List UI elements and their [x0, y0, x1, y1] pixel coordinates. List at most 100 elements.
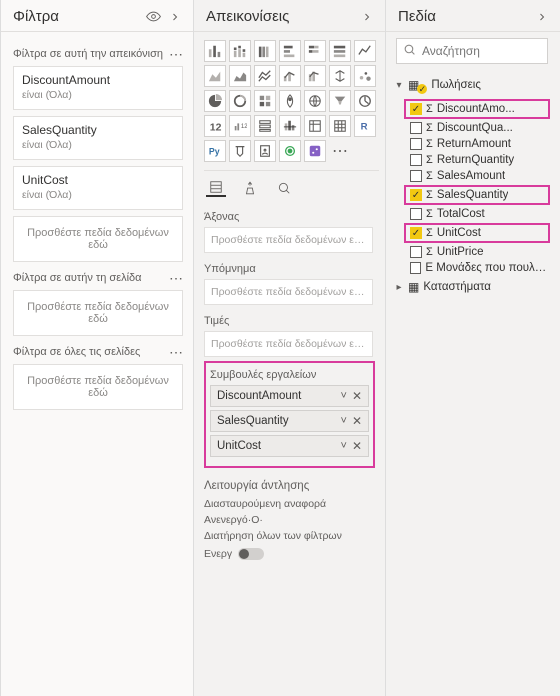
more-icon[interactable]: ⋯ [169, 348, 183, 356]
fields-search-input[interactable] [422, 44, 541, 58]
filter-card-value: είναι (Όλα) [22, 89, 174, 101]
chevron-right-icon[interactable] [359, 9, 375, 25]
field-checkbox[interactable] [410, 262, 421, 274]
well-values-drop[interactable]: Προσθέστε πεδία δεδομένων εδώ [204, 331, 373, 357]
viz-type-tile[interactable] [229, 90, 251, 112]
field-row[interactable]: Σ DiscountQua... [392, 120, 554, 136]
field-name: UnitPrice [437, 246, 484, 258]
field-checkbox[interactable]: ✓ [410, 189, 422, 201]
field-row[interactable]: ✓ Σ DiscountAmo... [404, 99, 550, 119]
viz-type-tile[interactable] [304, 40, 326, 62]
viz-type-tile[interactable] [279, 140, 301, 162]
viz-type-tile[interactable] [354, 40, 376, 62]
tooltip-chip[interactable]: SalesQuantity ˅ ✕ [210, 410, 369, 432]
filter-section-visual-label: Φίλτρα σε αυτή την απεικόνιση ⋯ [13, 48, 183, 60]
field-name: ReturnAmount [437, 138, 511, 150]
filter-page-dropzone[interactable]: Προσθέστε πεδία δεδομένων εδώ [13, 290, 183, 336]
table-header[interactable]: ▾ ▦ ✓ Πωλήσεις [392, 72, 554, 98]
chevron-down-icon[interactable]: ˅ [338, 440, 350, 452]
well-legend-drop[interactable]: Προσθέστε πεδία δεδομένων εδώ [204, 279, 373, 305]
drill-toggle[interactable] [238, 548, 264, 560]
field-checkbox[interactable] [410, 138, 422, 150]
well-values-label: Τιμές [204, 315, 379, 327]
viz-type-tile[interactable]: 12 [204, 115, 226, 137]
viz-type-tile[interactable]: 12 [229, 115, 251, 137]
viz-type-tile[interactable] [254, 40, 276, 62]
viz-type-tile[interactable] [254, 140, 276, 162]
viz-type-tile[interactable] [204, 65, 226, 87]
viz-type-tile[interactable] [204, 40, 226, 62]
chevron-right-icon[interactable] [534, 9, 550, 25]
field-row[interactable]: ✓ Σ SalesQuantity [404, 185, 550, 205]
viz-type-tile[interactable] [329, 40, 351, 62]
field-row[interactable]: ✓ Σ UnitCost [404, 223, 550, 243]
field-checkbox[interactable]: ✓ [410, 103, 422, 115]
sigma-icon: Σ [426, 103, 433, 115]
viz-gallery: 1212 R Py ⋯ [204, 38, 379, 170]
chevron-down-icon[interactable]: ˅ [338, 415, 350, 427]
filter-card-value: είναι (Όλα) [22, 189, 174, 201]
viz-type-tile[interactable] [304, 90, 326, 112]
field-checkbox[interactable]: ✓ [410, 227, 422, 239]
viz-type-tile[interactable] [304, 65, 326, 87]
tooltip-chip[interactable]: DiscountAmount ˅ ✕ [210, 385, 369, 407]
fields-search[interactable] [396, 38, 548, 64]
table-header[interactable]: ▸ ▦ Καταστήματα [392, 276, 554, 298]
viz-type-tile[interactable] [354, 65, 376, 87]
tooltip-well-highlight: Συμβουλές εργαλείων DiscountAmount ˅ ✕ Sa… [204, 361, 375, 468]
viz-type-tile[interactable] [329, 65, 351, 87]
chevron-right-icon[interactable] [167, 9, 183, 25]
field-checkbox[interactable] [410, 122, 422, 134]
field-row[interactable]: Σ SalesAmount [392, 168, 554, 184]
filter-card[interactable]: SalesQuantity είναι (Όλα) [13, 116, 183, 160]
filters-header: Φίλτρα [1, 0, 193, 32]
field-checkbox[interactable] [410, 154, 422, 166]
field-row[interactable]: Σ TotalCost [392, 206, 554, 222]
field-row[interactable]: Σ ReturnAmount [392, 136, 554, 152]
viz-type-tile[interactable] [279, 65, 301, 87]
fields-tab-icon[interactable] [206, 179, 226, 197]
viz-type-tile[interactable] [254, 65, 276, 87]
more-icon[interactable]: ⋯ [169, 274, 183, 282]
viz-type-tile[interactable] [229, 65, 251, 87]
format-tab-icon[interactable] [240, 179, 260, 197]
eye-icon[interactable] [145, 9, 161, 25]
viz-type-tile[interactable] [279, 90, 301, 112]
tooltip-chip[interactable]: UnitCost ˅ ✕ [210, 435, 369, 457]
viz-type-tile[interactable] [279, 40, 301, 62]
viz-type-tile[interactable] [279, 115, 301, 137]
field-row[interactable]: Σ ReturnQuantity [392, 152, 554, 168]
well-axis-drop[interactable]: Προσθέστε πεδία δεδομένων εδώ [204, 227, 373, 253]
well-tooltip-label: Συμβουλές εργαλείων [210, 369, 369, 381]
viz-type-tile[interactable]: Py [204, 140, 226, 162]
viz-type-tile[interactable] [229, 40, 251, 62]
viz-type-tile[interactable] [204, 90, 226, 112]
analytics-tab-icon[interactable] [274, 179, 294, 197]
field-checkbox[interactable] [410, 246, 422, 258]
more-icon[interactable]: ⋯ [169, 50, 183, 58]
viz-type-tile[interactable] [254, 115, 276, 137]
viz-type-tile[interactable] [354, 90, 376, 112]
viz-type-tile[interactable] [229, 140, 251, 162]
filter-visual-dropzone[interactable]: Προσθέστε πεδία δεδομένων εδώ [13, 216, 183, 262]
close-icon[interactable]: ✕ [350, 389, 364, 403]
filter-card[interactable]: UnitCost είναι (Όλα) [13, 166, 183, 210]
viz-mode-tabs [204, 170, 379, 201]
viz-type-tile[interactable] [254, 90, 276, 112]
viz-type-tile[interactable] [304, 140, 326, 162]
viz-more-icon[interactable]: ⋯ [329, 140, 351, 162]
viz-type-tile[interactable] [329, 90, 351, 112]
field-checkbox[interactable] [410, 170, 422, 182]
viz-type-tile[interactable]: R [354, 115, 376, 137]
viz-type-tile[interactable] [329, 115, 351, 137]
filter-all-dropzone[interactable]: Προσθέστε πεδία δεδομένων εδώ [13, 364, 183, 410]
chevron-down-icon[interactable]: ˅ [338, 390, 350, 402]
filter-section-page-label: Φίλτρα σε αυτήν τη σελίδα ⋯ [13, 272, 183, 284]
close-icon[interactable]: ✕ [350, 414, 364, 428]
field-row[interactable]: Ε Μονάδες που πουλήθηκ [392, 260, 554, 276]
field-row[interactable]: Σ UnitPrice [392, 244, 554, 260]
viz-type-tile[interactable] [304, 115, 326, 137]
field-checkbox[interactable] [410, 208, 422, 220]
filter-card[interactable]: DiscountAmount είναι (Όλα) [13, 66, 183, 110]
close-icon[interactable]: ✕ [350, 439, 364, 453]
